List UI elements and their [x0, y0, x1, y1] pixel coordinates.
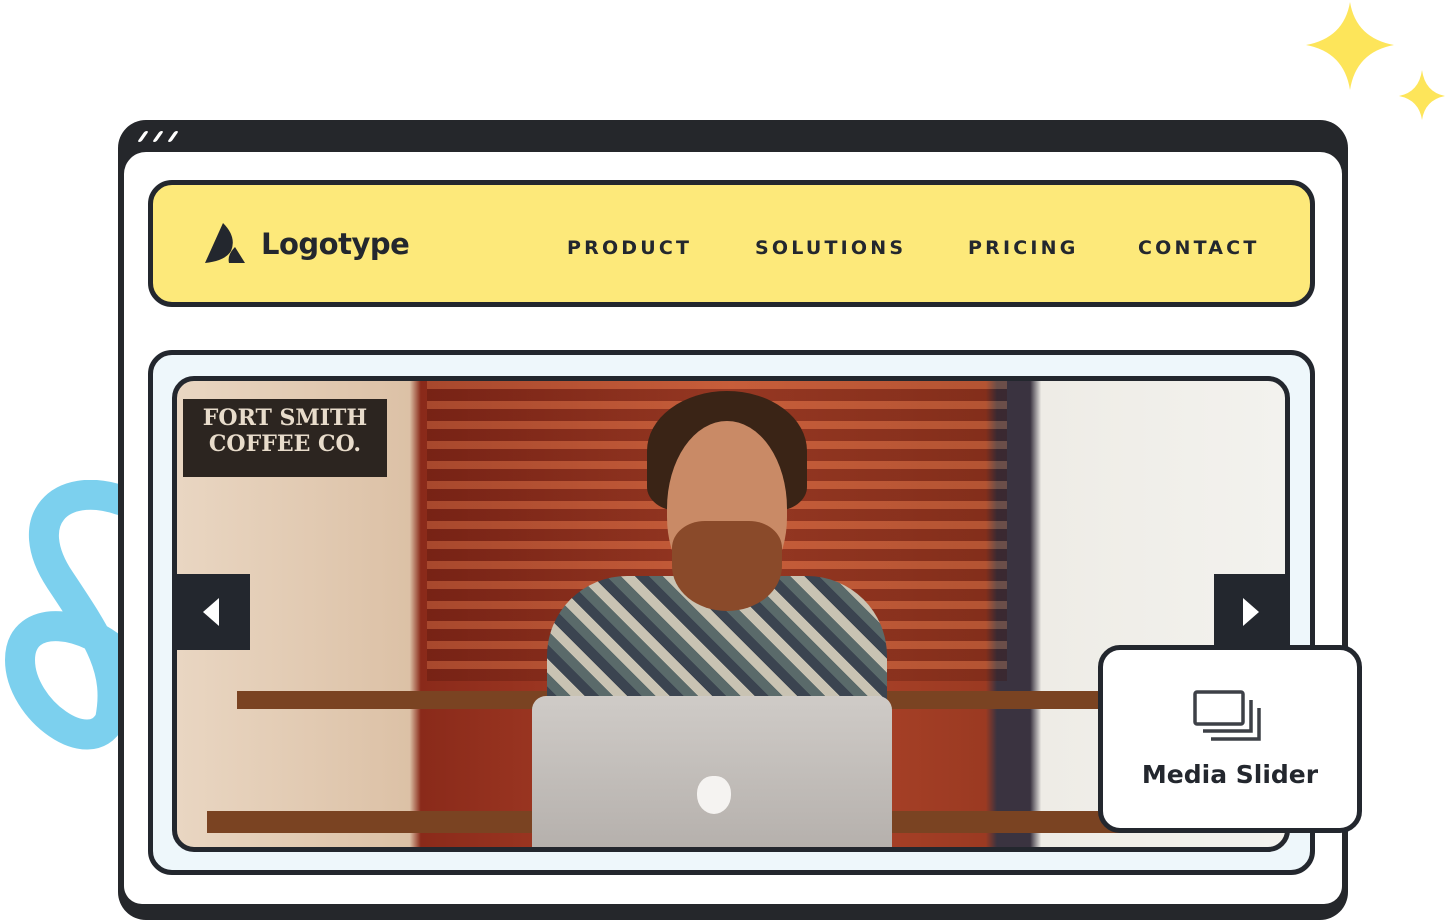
nav-link-contact[interactable]: CONTACT: [1138, 237, 1260, 259]
chevron-right-icon: [1243, 598, 1259, 626]
logo[interactable]: Logotype: [205, 223, 410, 265]
logo-text: Logotype: [261, 227, 410, 261]
prev-slide-button[interactable]: [176, 574, 250, 650]
photo-sign: FORT SMITH COFFEE CO.: [183, 399, 387, 477]
card-label: Media Slider: [1141, 760, 1319, 789]
next-slide-button[interactable]: [1214, 574, 1288, 650]
squiggle-decoration-icon: [4, 480, 130, 750]
nav-link-product[interactable]: PRODUCT: [567, 237, 692, 259]
chevron-left-icon: [203, 598, 219, 626]
logo-mark-icon: [205, 223, 245, 263]
nav-link-pricing[interactable]: PRICING: [968, 237, 1079, 259]
nav-link-solutions[interactable]: SOLUTIONS: [755, 237, 906, 259]
navbar: Logotype PRODUCT SOLUTIONS PRICING CONTA…: [148, 180, 1315, 307]
sparkle-stars-icon: [1306, 2, 1445, 120]
apple-logo-icon: [697, 776, 731, 814]
media-slider-card: Media Slider: [1098, 645, 1362, 833]
stacked-slides-icon: [1193, 690, 1261, 741]
